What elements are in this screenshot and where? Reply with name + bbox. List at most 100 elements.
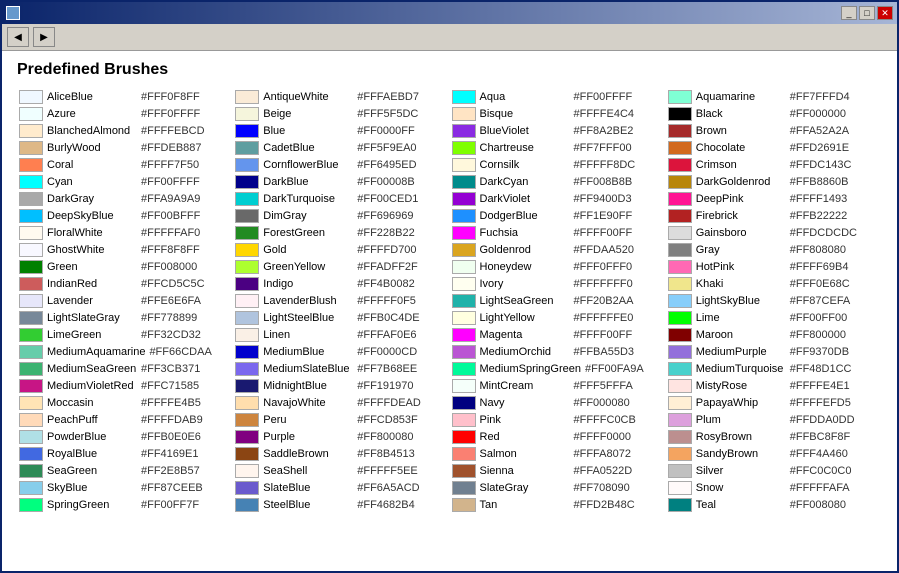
color-hex: #FFFFDAB9: [141, 414, 203, 426]
color-name: BlueViolet: [480, 125, 570, 137]
color-swatch: [452, 209, 476, 223]
list-item: Blue#FF0000FF: [233, 123, 449, 139]
color-swatch: [452, 260, 476, 274]
list-item: SeaGreen#FF2E8B57: [17, 463, 233, 479]
color-hex: #FF7B68EE: [357, 363, 417, 375]
color-hex: #FF008B8B: [574, 176, 633, 188]
color-hex: #FFB22222: [790, 210, 847, 222]
list-item: SpringGreen#FF00FF7F: [17, 497, 233, 513]
color-name: SpringGreen: [47, 499, 137, 511]
maximize-button[interactable]: □: [859, 6, 875, 20]
list-item: LightYellow#FFFFFFE0: [450, 310, 666, 326]
forward-button[interactable]: ▶: [33, 27, 55, 47]
close-button[interactable]: ✕: [877, 6, 893, 20]
color-swatch: [452, 277, 476, 291]
list-item: CadetBlue#FF5F9EA0: [233, 140, 449, 156]
color-name: CornflowerBlue: [263, 159, 353, 171]
color-swatch: [668, 175, 692, 189]
list-item: Linen#FFFAF0E6: [233, 327, 449, 343]
color-swatch: [668, 260, 692, 274]
color-swatch: [235, 124, 259, 138]
list-item: Purple#FF800080: [233, 429, 449, 445]
color-name: Firebrick: [696, 210, 786, 222]
list-item: MistyRose#FFFFE4E1: [666, 378, 882, 394]
color-hex: #FFDCDCDC: [790, 227, 857, 239]
color-name: Linen: [263, 329, 353, 341]
color-hex: #FF00FA9A: [585, 363, 644, 375]
color-name: GhostWhite: [47, 244, 137, 256]
list-item: Cornsilk#FFFFF8DC: [450, 157, 666, 173]
color-name: Bisque: [480, 108, 570, 120]
list-item: SeaShell#FFFFF5EE: [233, 463, 449, 479]
color-swatch: [235, 226, 259, 240]
color-name: Crimson: [696, 159, 786, 171]
color-hex: #FFFF1493: [790, 193, 847, 205]
color-name: MediumTurquoise: [696, 363, 786, 375]
color-name: DeepSkyBlue: [47, 210, 137, 222]
color-hex: #FF000080: [574, 397, 630, 409]
color-hex: #FFDEB887: [141, 142, 202, 154]
list-item: Moccasin#FFFFE4B5: [17, 395, 233, 411]
color-name: Fuchsia: [480, 227, 570, 239]
minimize-button[interactable]: _: [841, 6, 857, 20]
color-name: RoyalBlue: [47, 448, 137, 460]
color-swatch: [235, 141, 259, 155]
color-name: Ivory: [480, 278, 570, 290]
color-hex: #FFFFE4C4: [574, 108, 635, 120]
page-title: Predefined Brushes: [17, 61, 882, 79]
color-name: LightSeaGreen: [480, 295, 570, 307]
color-hex: #FFFFFAFA: [790, 482, 850, 494]
color-name: HotPink: [696, 261, 786, 273]
color-hex: #FFDC143C: [790, 159, 852, 171]
color-swatch: [668, 311, 692, 325]
color-swatch: [668, 328, 692, 342]
color-swatch: [668, 396, 692, 410]
color-name: MediumSpringGreen: [480, 363, 582, 375]
color-swatch: [19, 498, 43, 512]
color-swatch: [235, 294, 259, 308]
list-item: Aqua#FF00FFFF: [450, 89, 666, 105]
color-hex: #FFBA55D3: [574, 346, 635, 358]
color-hex: #FFFFF5EE: [357, 465, 418, 477]
color-swatch: [452, 447, 476, 461]
color-name: Cornsilk: [480, 159, 570, 171]
color-name: AliceBlue: [47, 91, 137, 103]
list-item: FloralWhite#FFFFFAF0: [17, 225, 233, 241]
color-hex: #FF4B0082: [357, 278, 414, 290]
color-hex: #FF191970: [357, 380, 413, 392]
color-name: Chartreuse: [480, 142, 570, 154]
color-swatch: [668, 209, 692, 223]
color-name: SkyBlue: [47, 482, 137, 494]
color-hex: #FFFFFFF0: [574, 278, 633, 290]
color-swatch: [668, 192, 692, 206]
color-name: Silver: [696, 465, 786, 477]
color-hex: #FFFFF0F5: [357, 295, 416, 307]
color-hex: #FF3CB371: [141, 363, 200, 375]
color-name: Aquamarine: [696, 91, 786, 103]
list-item: MidnightBlue#FF191970: [233, 378, 449, 394]
color-name: BurlyWood: [47, 142, 137, 154]
list-item: MediumSlateBlue #FF7B68EE: [233, 361, 449, 377]
color-name: DarkTurquoise: [263, 193, 353, 205]
color-name: Magenta: [480, 329, 570, 341]
color-hex: #FF0000CD: [357, 346, 417, 358]
list-item: LavenderBlush#FFFFF0F5: [233, 293, 449, 309]
color-name: Lavender: [47, 295, 137, 307]
color-name: MediumSlateBlue: [263, 363, 353, 375]
color-hex: #FF778899: [141, 312, 197, 324]
color-name: Gray: [696, 244, 786, 256]
color-name: CadetBlue: [263, 142, 353, 154]
list-item: Pink#FFFFC0CB: [450, 412, 666, 428]
list-item: MediumPurple#FF9370DB: [666, 344, 882, 360]
color-hex: #FFDDA0DD: [790, 414, 855, 426]
color-hex: #FF00FFFF: [574, 91, 633, 103]
list-item: Chartreuse#FF7FFF00: [450, 140, 666, 156]
color-name: Sienna: [480, 465, 570, 477]
color-hex: #FFF0FFFF: [141, 108, 200, 120]
color-name: Lime: [696, 312, 786, 324]
color-swatch: [452, 141, 476, 155]
color-swatch: [668, 362, 692, 376]
color-swatch: [19, 311, 43, 325]
color-name: DarkCyan: [480, 176, 570, 188]
back-button[interactable]: ◀: [7, 27, 29, 47]
